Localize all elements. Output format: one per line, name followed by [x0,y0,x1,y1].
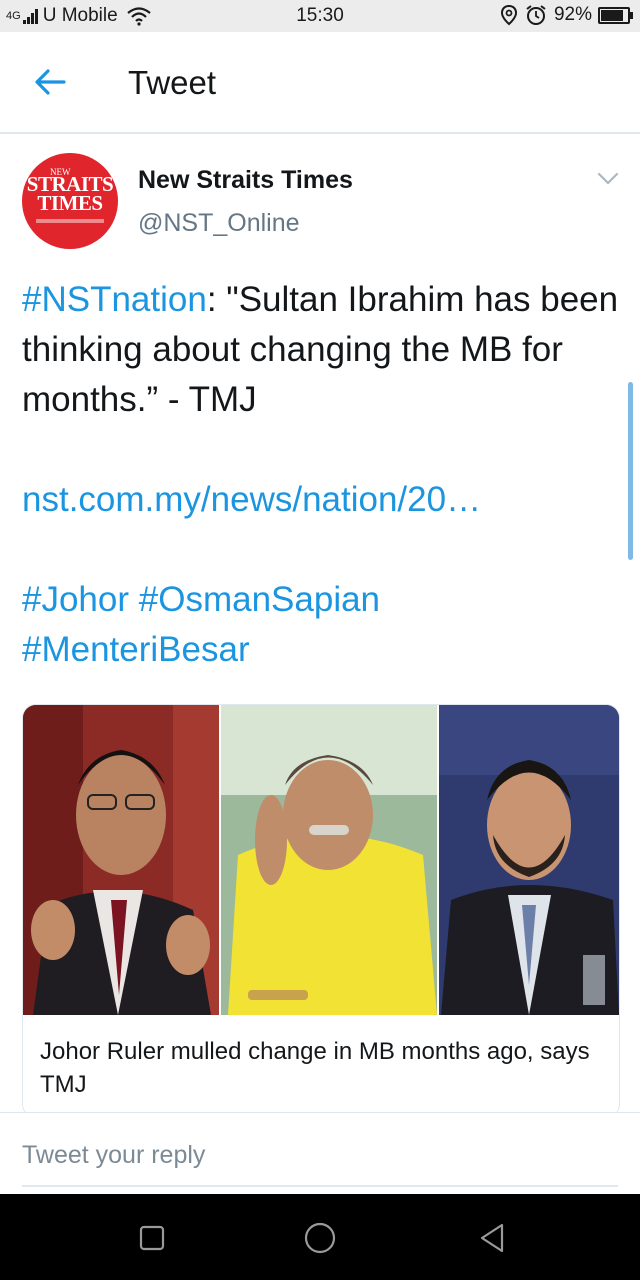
battery-icon [598,6,633,24]
back-triangle-icon[interactable] [472,1218,512,1258]
status-right: 92% [500,4,633,26]
avatar-logo-text: STRAITS TIMES [22,174,118,215]
page-title: Tweet [128,64,217,101]
alarm-icon [526,5,546,25]
recents-square-icon[interactable] [132,1218,172,1258]
avatar[interactable]: NEW STRAITS TIMES [22,153,118,249]
hashtag-johor[interactable]: #Johor [22,580,129,619]
battery-percent: 92% [553,4,592,25]
status-bar: 4G U Mobile 15:30 92% [0,0,640,32]
hashtag-nstnation[interactable]: #NSTnation [22,280,207,319]
home-circle-icon[interactable] [300,1218,340,1258]
reply-input[interactable] [22,1135,618,1175]
tweet-text: #NSTnation: "Sultan Ibrahim has been thi… [22,275,622,675]
news-photo-collage [23,705,619,1015]
battery-level [601,9,623,21]
hashtag-menteribesar[interactable]: #MenteriBesar [22,630,250,669]
system-nav-bar [0,1194,640,1280]
author-handle[interactable]: @NST_Online [138,209,300,238]
author-name[interactable]: New Straits Times [138,166,353,195]
hashtag-osmansapian[interactable]: #OsmanSapian [139,580,380,619]
reply-underline [22,1185,618,1187]
chevron-down-icon[interactable] [596,170,620,188]
scrollbar[interactable] [628,382,633,560]
arrow-left-icon[interactable] [30,62,70,102]
card-title: Johor Ruler mulled change in MB months a… [40,1038,590,1098]
avatar-logo-tagline [36,219,104,223]
location-icon [500,4,517,26]
avatar-logo-times: TIMES [37,191,103,215]
tweet-link[interactable]: nst.com.my/news/nation/20… [22,480,481,519]
app-header: Tweet [0,32,640,134]
link-card[interactable]: Johor Ruler mulled change in MB months a… [22,704,620,1118]
reply-bar [0,1112,640,1195]
